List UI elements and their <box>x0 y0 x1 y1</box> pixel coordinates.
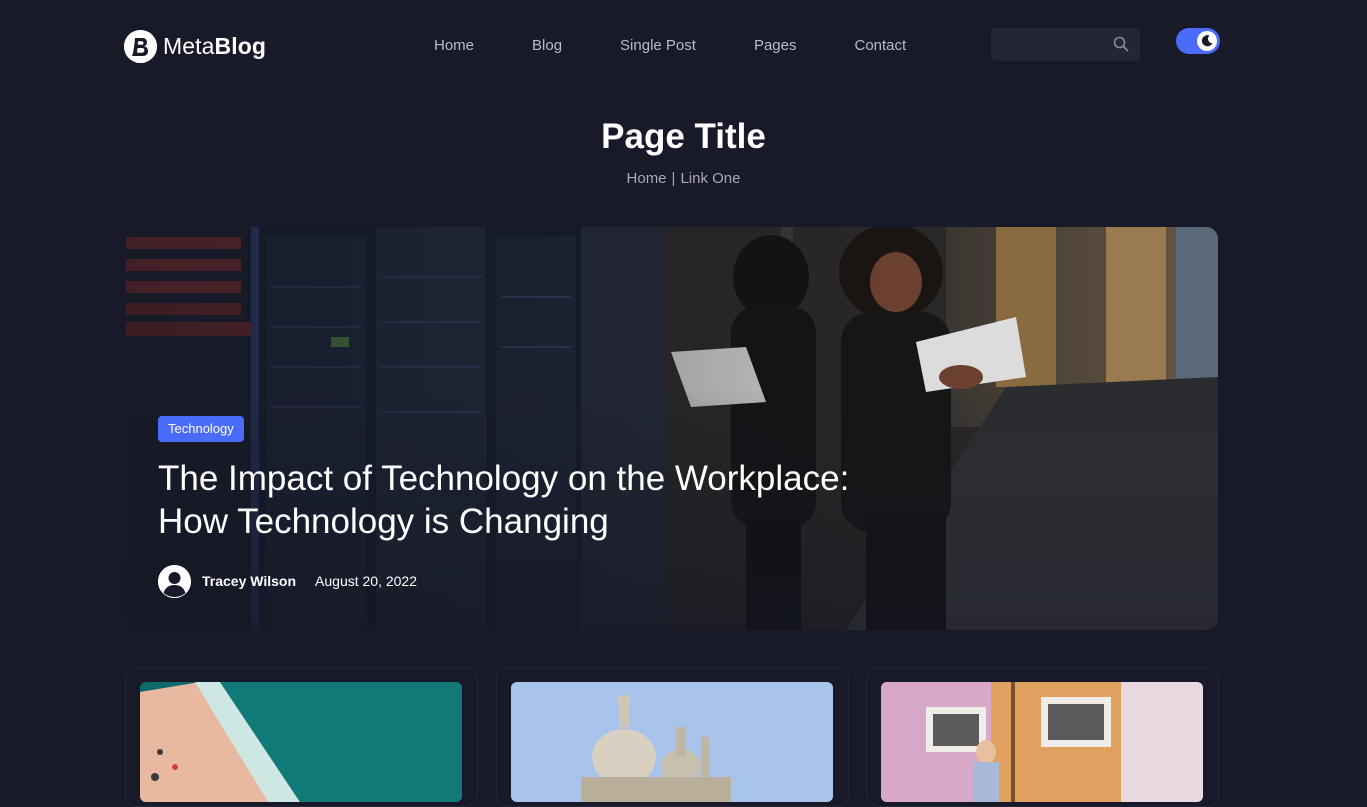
category-tag[interactable]: Technology <box>158 416 244 442</box>
nav-contact[interactable]: Contact <box>854 37 906 55</box>
nav-blog[interactable]: Blog <box>532 37 562 55</box>
breadcrumb-home[interactable]: Home <box>627 170 667 187</box>
cathedral-dome-image <box>511 682 833 802</box>
main-nav: Home Blog Single Post Pages Contact <box>434 37 906 55</box>
post-card[interactable] <box>125 667 478 807</box>
post-meta: Tracey Wilson August 20, 2022 <box>158 564 417 598</box>
site-header: MetaBlog Home Blog Single Post Pages Con… <box>0 0 1367 92</box>
author-avatar-icon[interactable] <box>158 564 191 598</box>
theme-toggle[interactable] <box>1176 28 1220 54</box>
post-card[interactable] <box>496 667 849 807</box>
nav-single-post[interactable]: Single Post <box>620 37 696 55</box>
nav-pages[interactable]: Pages <box>754 37 797 55</box>
toggle-knob <box>1197 31 1217 51</box>
nav-home[interactable]: Home <box>434 37 474 55</box>
page-title: Page Title <box>601 117 766 156</box>
author-name[interactable]: Tracey Wilson <box>202 573 296 589</box>
breadcrumb-separator: | <box>671 170 676 187</box>
logo-text: MetaBlog <box>163 32 267 59</box>
beach-aerial-image <box>140 682 462 802</box>
moon-icon <box>1201 35 1213 47</box>
post-date: August 20, 2022 <box>315 573 418 589</box>
logo-icon <box>124 29 157 63</box>
search-icon[interactable] <box>1113 36 1129 52</box>
site-logo[interactable]: MetaBlog <box>124 29 266 63</box>
featured-post-title[interactable]: The Impact of Technology on the Workplac… <box>158 457 918 543</box>
search-input[interactable] <box>991 28 1111 61</box>
city-street-image <box>881 682 1203 802</box>
breadcrumb-current[interactable]: Link One <box>680 170 740 187</box>
search-box <box>991 28 1140 61</box>
breadcrumb: Home | Link One <box>0 170 1367 187</box>
featured-post[interactable]: Technology The Impact of Technology on t… <box>126 227 1218 630</box>
post-card[interactable] <box>866 667 1219 807</box>
